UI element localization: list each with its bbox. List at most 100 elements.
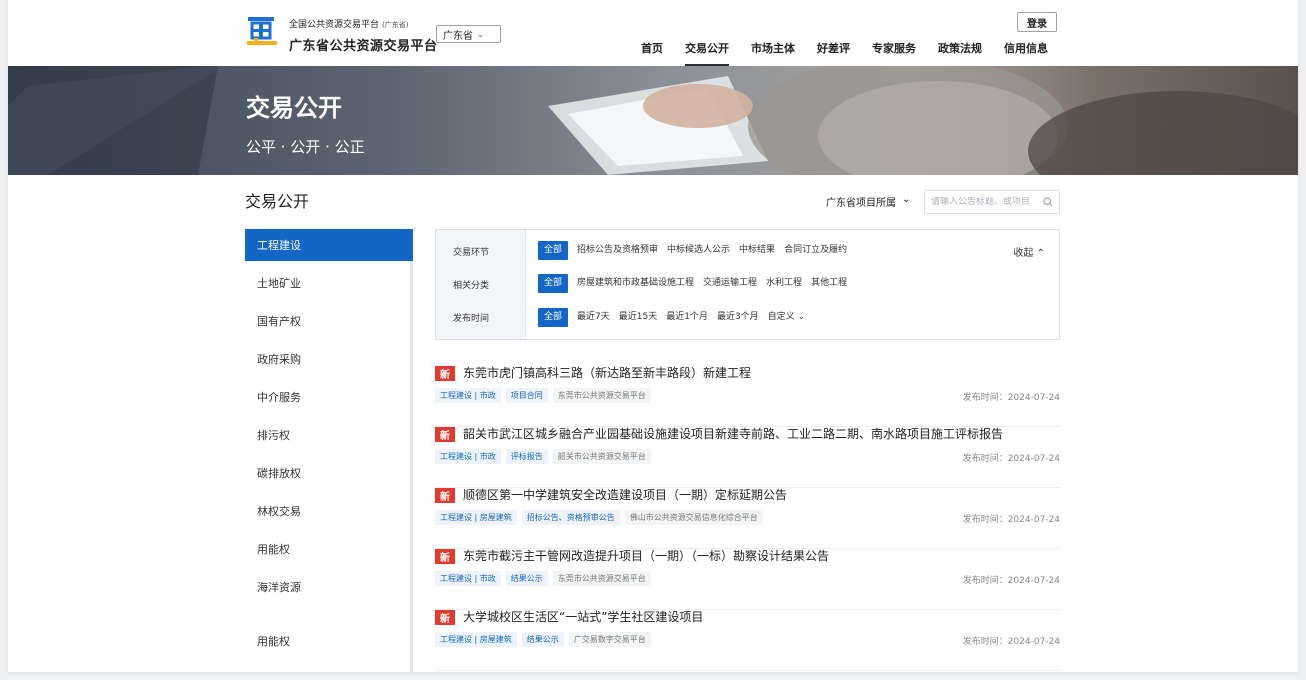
tag-source: 佛山市公共资源交易信息化综合平台 — [624, 510, 763, 525]
sidebar-item-energy-rights-2[interactable]: 用能权 — [245, 625, 413, 657]
category-sidebar: 工程建设 土地矿业 国有产权 政府采购 中介服务 排污权 碳排放权 林权交易 用… — [245, 229, 413, 672]
sidebar-item-energy-rights[interactable]: 用能权 — [245, 533, 413, 565]
sidebar-item-pollution-rights[interactable]: 排污权 — [245, 419, 413, 451]
banner-subtitle: 公平 · 公开 · 公正 — [246, 138, 365, 156]
sidebar-item-state-property[interactable]: 国有产权 — [245, 305, 413, 337]
new-badge: 新 — [435, 488, 455, 503]
platform-small-text: 全国公共资源交易平台 — [289, 20, 380, 30]
filter-label-category: 相关分类 — [453, 281, 490, 291]
publish-time: 发布时间：2024-07-24 — [962, 515, 1060, 525]
filter-option-all[interactable]: 全部 — [538, 308, 569, 327]
region-filter-label: 广东省项目所属 — [826, 198, 896, 209]
new-badge: 新 — [435, 366, 455, 381]
chevron-down-icon: ⌄ — [477, 29, 484, 39]
nav-item-market[interactable]: 市场主体 — [751, 40, 795, 66]
sidebar-item-marine-resources[interactable]: 海洋资源 — [245, 571, 413, 603]
filter-panel: 交易环节 相关分类 发布时间 全部 招标公告及资格预审 中标候选人公示 中标结果… — [435, 229, 1060, 340]
sidebar-item-carbon-rights[interactable]: 碳排放权 — [245, 457, 413, 489]
nav-item-credit[interactable]: 信用信息 — [1004, 40, 1048, 66]
item-title-link[interactable]: 东莞市虎门镇高科三路（新达路至新丰路段）新建工程 — [463, 366, 751, 381]
chevron-down-icon: ⌄ — [797, 312, 806, 322]
filter-row-stage: 全部 招标公告及资格预审 中标候选人公示 中标结果 合同订立及履约 — [538, 241, 847, 260]
list-item: 新 韶关市武江区城乡融合产业园基础设施建设项目新建寺前路、工业二路二期、南水路项… — [435, 427, 1060, 488]
site-header: 全国公共资源交易平台 (广东省) 广东省公共资源交易平台 广东省 ⌄ 首页 交易公… — [8, 0, 1298, 66]
nav-item-policy[interactable]: 政策法规 — [938, 40, 982, 66]
login-button[interactable]: 登录 — [1017, 12, 1057, 32]
filter-option[interactable]: 交通运输工程 — [703, 274, 757, 293]
sidebar-item-land-mining[interactable]: 土地矿业 — [245, 267, 413, 299]
filter-row-time: 全部 最近7天 最近15天 最近1个月 最近3个月 自定义 ⌄ — [538, 308, 805, 327]
sidebar-item-forest-rights[interactable]: 林权交易 — [245, 495, 413, 527]
list-item: 新 顺德区第一中学建筑安全改造建设项目（一期）定标延期公告 工程建设 | 房屋建… — [435, 488, 1060, 549]
filter-option[interactable]: 最近3个月 — [717, 308, 759, 327]
banner-image — [8, 66, 1298, 175]
platform-name[interactable]: 广东省公共资源交易平台 — [289, 35, 438, 54]
tag-source: 韶关市公共资源交易平台 — [552, 449, 651, 464]
collapse-toggle[interactable]: 收起 ⌃ — [1013, 244, 1045, 259]
filter-option-custom-label: 自定义 — [767, 312, 795, 322]
filter-option-all[interactable]: 全部 — [538, 241, 569, 260]
banner: 交易公开 公平 · 公开 · 公正 — [8, 66, 1298, 175]
sidebar-item-engineering[interactable]: 工程建设 — [245, 229, 413, 261]
tag-type[interactable]: 结果公示 — [505, 571, 548, 586]
nav-item-rating[interactable]: 好差评 — [817, 40, 850, 66]
item-tags: 工程建设 | 市政 结果公示 东莞市公共资源交易平台 — [435, 571, 651, 586]
province-select-value: 广东省 — [443, 30, 473, 42]
logo-icon[interactable] — [244, 14, 280, 50]
tag-category[interactable]: 工程建设 | 房屋建筑 — [435, 632, 517, 647]
item-tags: 工程建设 | 市政 项目合同 东莞市公共资源交易平台 — [435, 388, 651, 403]
item-tags: 工程建设 | 市政 评标报告 韶关市公共资源交易平台 — [435, 449, 651, 464]
filter-option[interactable]: 合同订立及履约 — [784, 241, 847, 260]
filter-option-custom[interactable]: 自定义 ⌄ — [768, 308, 805, 327]
item-title-link[interactable]: 大学城校区生活区“一站式”学生社区建设项目 — [463, 610, 703, 625]
filter-option-all[interactable]: 全部 — [538, 274, 569, 293]
filter-option[interactable]: 房屋建筑和市政基础设施工程 — [577, 274, 694, 293]
region-filter-dropdown[interactable]: 广东省项目所属 ⌄ — [826, 194, 910, 209]
main-nav: 首页 交易公开 市场主体 好差评 专家服务 政策法规 信用信息 — [641, 40, 1048, 66]
tag-type[interactable]: 项目合同 — [505, 388, 548, 403]
sidebar-item-gov-procurement[interactable]: 政府采购 — [245, 343, 413, 375]
chevron-up-icon: ⌃ — [1036, 248, 1045, 259]
filter-option[interactable]: 其他工程 — [811, 274, 847, 293]
nav-item-trading[interactable]: 交易公开 — [685, 40, 729, 66]
tag-category[interactable]: 工程建设 | 市政 — [435, 571, 501, 586]
list-item: 新 大学城校区生活区“一站式”学生社区建设项目 工程建设 | 房屋建筑 结果公示… — [435, 610, 1060, 671]
item-title-link[interactable]: 韶关市武江区城乡融合产业园基础设施建设项目新建寺前路、工业二路二期、南水路项目施… — [463, 427, 1003, 442]
banner-title: 交易公开 — [246, 94, 342, 122]
sidebar-item-agency-services[interactable]: 中介服务 — [245, 381, 413, 413]
section-title: 交易公开 — [245, 192, 310, 211]
tag-type[interactable]: 结果公示 — [521, 632, 564, 647]
tag-category[interactable]: 工程建设 | 市政 — [435, 388, 501, 403]
filter-option[interactable]: 招标公告及资格预审 — [577, 241, 658, 260]
item-title-link[interactable]: 东莞市截污主干管网改造提升项目（一期）（一标）勘察设计结果公告 — [463, 549, 829, 564]
tag-category[interactable]: 工程建设 | 市政 — [435, 449, 501, 464]
item-tags: 工程建设 | 房屋建筑 招标公告、资格预审公告 佛山市公共资源交易信息化综合平台 — [435, 510, 763, 525]
publish-time: 发布时间：2024-07-24 — [962, 637, 1060, 647]
tag-category[interactable]: 工程建设 | 房屋建筑 — [435, 510, 517, 525]
search-input[interactable] — [931, 197, 1041, 207]
province-select[interactable]: 广东省 ⌄ — [436, 25, 501, 43]
filter-label-stage: 交易环节 — [453, 248, 490, 258]
search-icon[interactable] — [1043, 197, 1053, 207]
list-item: 新 东莞市截污主干管网改造提升项目（一期）（一标）勘察设计结果公告 工程建设 |… — [435, 549, 1060, 610]
nav-item-experts[interactable]: 专家服务 — [872, 40, 916, 66]
page-frame: 全国公共资源交易平台 (广东省) 广东省公共资源交易平台 广东省 ⌄ 首页 交易公… — [8, 0, 1298, 672]
filter-option[interactable]: 最近1个月 — [666, 308, 708, 327]
item-title-link[interactable]: 顺德区第一中学建筑安全改造建设项目（一期）定标延期公告 — [463, 488, 787, 503]
publish-time: 发布时间：2024-07-24 — [962, 393, 1060, 403]
new-badge: 新 — [435, 427, 455, 442]
filter-option[interactable]: 最近7天 — [577, 308, 610, 327]
chevron-down-icon: ⌄ — [902, 194, 911, 205]
publish-time: 发布时间：2024-07-24 — [962, 576, 1060, 586]
filter-option[interactable]: 中标候选人公示 — [667, 241, 730, 260]
filter-label-time: 发布时间 — [453, 314, 490, 324]
nav-item-home[interactable]: 首页 — [641, 40, 663, 66]
tag-type[interactable]: 评标报告 — [505, 449, 548, 464]
collapse-label: 收起 — [1013, 248, 1034, 259]
tag-type[interactable]: 招标公告、资格预审公告 — [521, 510, 620, 525]
platform-small-title: 全国公共资源交易平台 (广东省) — [289, 17, 408, 30]
filter-option[interactable]: 最近15天 — [619, 308, 657, 327]
filter-option[interactable]: 中标结果 — [739, 241, 775, 260]
list-item: 新 东莞市虎门镇高科三路（新达路至新丰路段）新建工程 工程建设 | 市政 项目合… — [435, 366, 1060, 427]
filter-option[interactable]: 水利工程 — [766, 274, 802, 293]
